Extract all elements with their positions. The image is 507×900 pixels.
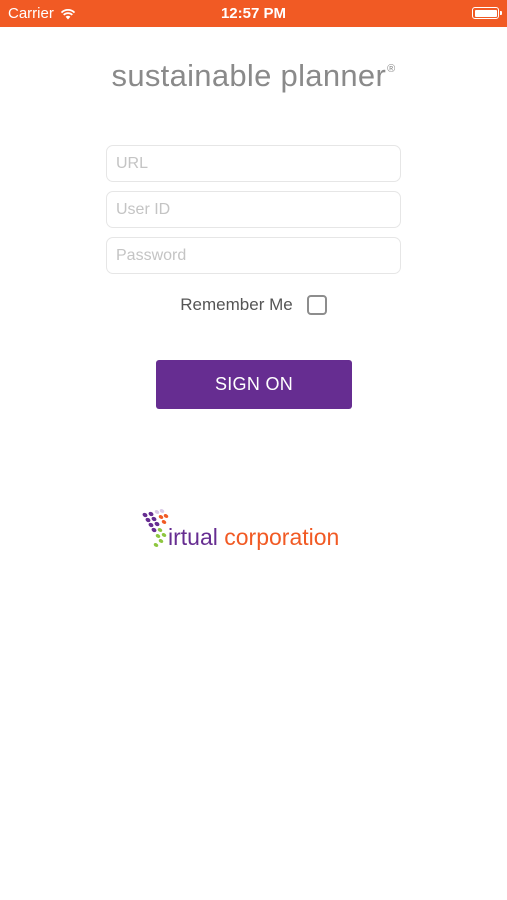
logo-mark-icon [142,509,169,547]
app-title: sustainable planner® [0,58,507,94]
logo-text: irtual corporation [168,526,339,551]
url-field[interactable] [106,145,401,182]
logo-word-virtual: irtual [168,524,218,550]
status-time: 12:57 PM [220,5,287,22]
sign-on-button[interactable]: SIGN ON [156,360,352,409]
remember-me-label: Remember Me [180,295,293,314]
remember-me-checkbox[interactable] [306,295,327,315]
user-id-field[interactable] [106,191,401,228]
battery-icon [472,7,502,19]
virtual-corporation-logo: irtual corporation [140,507,339,551]
password-field[interactable] [106,237,401,274]
status-bar: Carrier 12:57 PM [0,0,507,27]
logo-word-corporation: corporation [224,524,340,550]
remember-me-row: Remember Me [0,295,507,315]
trademark-mark: ® [387,63,396,75]
app-title-text: sustainable planner [111,58,387,93]
